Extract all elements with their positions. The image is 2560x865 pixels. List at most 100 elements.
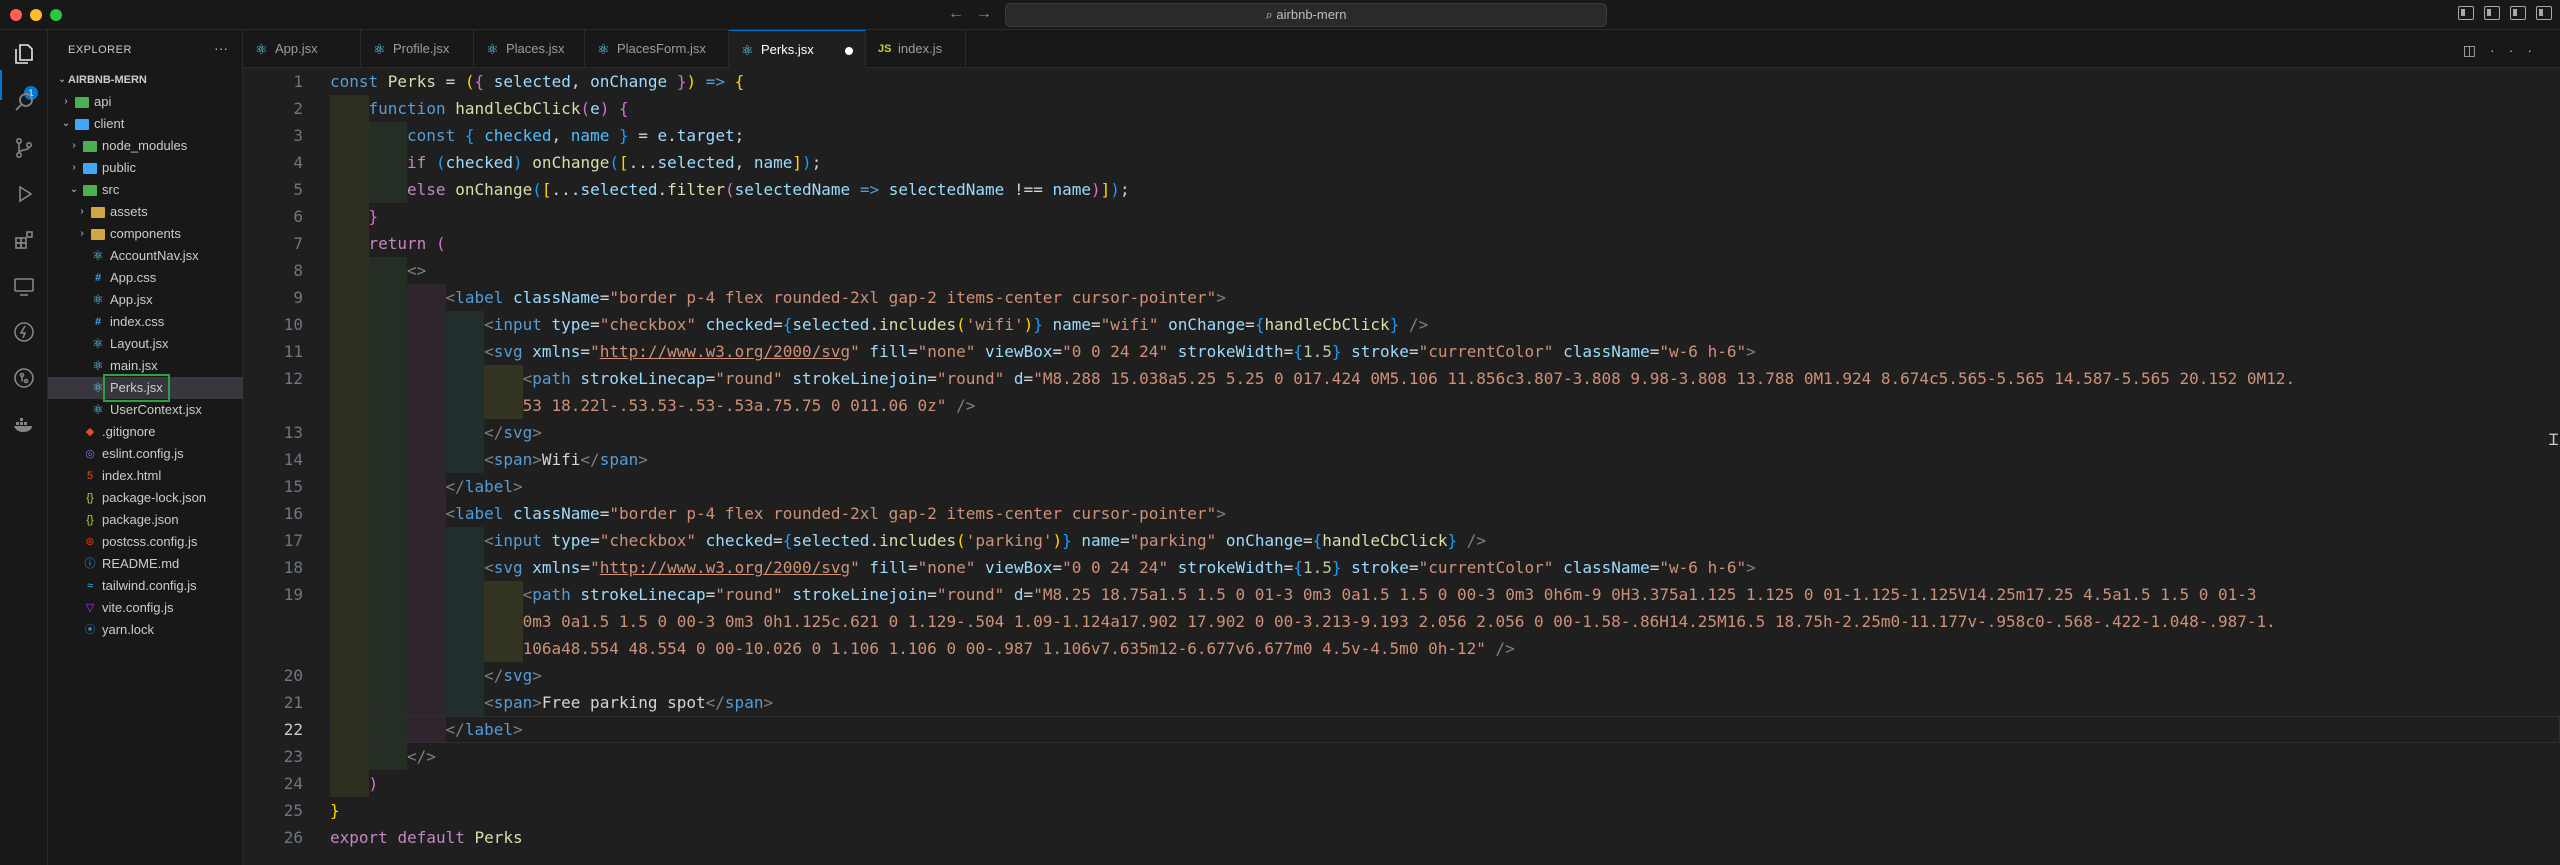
chevron-down-icon: ⌄ [69, 184, 79, 195]
code-line[interactable]: 10 <input type="checkbox" checked={select… [243, 311, 2560, 338]
file-tree-item[interactable]: 5 index.html [48, 465, 243, 487]
customize-layout-icon[interactable] [2536, 6, 2552, 20]
code-line[interactable]: 2 function handleCbClick(e) { [243, 95, 2560, 122]
file-tree-item[interactable]: ⚛ Layout.jsx [48, 333, 243, 355]
file-tree-item[interactable]: › api [48, 91, 243, 113]
file-tree-item[interactable]: ⚛ UserContext.jsx [48, 399, 243, 421]
file-tree-item[interactable]: {} package-lock.json [48, 487, 243, 509]
code-line[interactable]: 9 <label className="border p-4 flex round… [243, 284, 2560, 311]
toggle-sidebar-icon[interactable] [2458, 6, 2474, 20]
code-line[interactable]: 23 </> [243, 743, 2560, 770]
code-line[interactable]: 13 </svg> [243, 419, 2560, 446]
file-tree-item[interactable]: ⊛ postcss.config.js [48, 531, 243, 553]
code-line[interactable]: 8 <> [243, 257, 2560, 284]
command-center-search[interactable]: ⌕ airbnb-mern [1005, 3, 1607, 27]
file-tree-item[interactable]: ⓘ README.md [48, 553, 243, 575]
file-tree-item[interactable]: › public [48, 157, 243, 179]
file-tree-item[interactable]: ⚛ Perks.jsx [48, 374, 243, 402]
remote-explorer-icon[interactable] [12, 274, 36, 298]
workspace-root[interactable]: ⌄ AIRBNB-MERN [48, 69, 243, 91]
file-tree-item[interactable]: › components [48, 223, 243, 245]
tab-places-jsx[interactable]: ⚛ Places.jsx [474, 30, 585, 68]
close-window-button[interactable] [10, 9, 22, 21]
toggle-panel-icon[interactable] [2484, 6, 2500, 20]
code-line[interactable]: 18 <svg xmlns="http://www.w3.org/2000/svg… [243, 554, 2560, 581]
folder-icon [83, 163, 97, 174]
code-editor[interactable]: Ɪ 1 const Perks = ({ selected, onChange }… [243, 68, 2560, 865]
source-control-icon[interactable] [12, 136, 36, 160]
file-tree-item[interactable]: ⌄ client [48, 113, 243, 135]
indent-guide [407, 635, 446, 662]
file-tree-item[interactable]: › assets [48, 201, 243, 223]
more-actions-icon[interactable]: ··· [2490, 42, 2546, 58]
code-line[interactable]: 24) [243, 770, 2560, 797]
file-tree-item[interactable]: # index.css [48, 311, 243, 333]
extensions-icon[interactable] [12, 228, 36, 252]
code-line[interactable]: 106a48.554 48.554 0 00-10.026 0 1.106 1.… [243, 635, 2560, 662]
file-tree-item[interactable]: ◎ eslint.config.js [48, 443, 243, 465]
code-line[interactable]: 19 <path strokeLinecap="round" strokeLine… [243, 581, 2560, 608]
indent-guide [445, 608, 485, 635]
run-debug-icon[interactable] [12, 182, 36, 206]
file-tree-item[interactable]: ⦿ yarn.lock [48, 619, 243, 641]
file-tree-item[interactable]: {} package.json [48, 509, 243, 531]
code-text: </> [407, 747, 436, 766]
code-line[interactable]: 7 return ( [243, 230, 2560, 257]
line-number: 1 [293, 72, 303, 91]
toggle-secondary-sidebar-icon[interactable] [2510, 6, 2526, 20]
code-line[interactable]: 20 </svg> [243, 662, 2560, 689]
maximize-window-button[interactable] [50, 9, 62, 21]
code-line[interactable]: 22 </label> [243, 716, 2560, 743]
code-line[interactable]: 5 else onChange([...selected.filter(selec… [243, 176, 2560, 203]
docker-icon[interactable] [12, 412, 36, 436]
code-line[interactable]: 21 <span>Free parking spot</span> [243, 689, 2560, 716]
file-tree-item[interactable]: › node_modules [48, 135, 243, 157]
indent-guide [330, 176, 369, 203]
code-line[interactable]: 0m3 0a1.5 1.5 0 00-3 0m3 0h1.125c.621 0 … [243, 608, 2560, 635]
code-line[interactable]: 25} [243, 797, 2560, 824]
indent-guide [330, 257, 369, 284]
tab-placesform-jsx[interactable]: ⚛ PlacesForm.jsx [585, 30, 729, 68]
indent-guide [368, 176, 408, 203]
tab-app-jsx[interactable]: ⚛ App.jsx [243, 30, 361, 68]
file-tree-item[interactable]: ⚛ main.jsx [48, 355, 243, 377]
code-line[interactable]: 6} [243, 203, 2560, 230]
indent-guide [445, 581, 485, 608]
split-editor-icon[interactable]: ◫ [2463, 42, 2490, 58]
unsaved-dot-icon[interactable] [845, 47, 853, 55]
file-tree-item[interactable]: ⌄ src [48, 179, 243, 201]
code-line[interactable]: 15 </label> [243, 473, 2560, 500]
git-graph-icon[interactable] [12, 366, 36, 390]
code-line[interactable]: 26 export default Perks [243, 824, 2560, 851]
files-icon[interactable] [12, 42, 36, 66]
code-line[interactable]: 16 <label className="border p-4 flex roun… [243, 500, 2560, 527]
file-tree-item[interactable]: ⚛ App.jsx [48, 289, 243, 311]
tab-profile-jsx[interactable]: ⚛ Profile.jsx [361, 30, 474, 68]
code-line[interactable]: 14 <span>Wifi</span> [243, 446, 2560, 473]
tab-index-js[interactable]: JS index.js [866, 30, 966, 68]
code-line[interactable]: 3 const { checked, name } = e.target; [243, 122, 2560, 149]
file-tree-item[interactable]: ◆ .gitignore [48, 421, 243, 443]
line-number: 11 [283, 342, 303, 361]
arrow-right-icon[interactable]: → [976, 5, 992, 23]
code-line[interactable]: 53 18.22l-.53.53-.53-.53a.75.75 0 011.06… [243, 392, 2560, 419]
code-line[interactable]: 1 const Perks = ({ selected, onChange }) … [243, 68, 2560, 95]
more-actions-icon[interactable]: ··· [214, 40, 228, 56]
arrow-left-icon[interactable]: ← [948, 5, 964, 23]
line-number: 25 [283, 801, 303, 820]
code-line[interactable]: 4 if (checked) onChange([...selected, nam… [243, 149, 2560, 176]
search-icon[interactable] [12, 90, 36, 114]
file-tree-item[interactable]: ≈ tailwind.config.js [48, 575, 243, 597]
tab-perks-jsx[interactable]: ⚛ Perks.jsx [729, 30, 866, 69]
file-tree-item[interactable]: # App.css [48, 267, 243, 289]
lightning-icon[interactable] [12, 320, 36, 344]
file-tree-item[interactable]: ⚛ AccountNav.jsx [48, 245, 243, 267]
line-number: 13 [283, 423, 303, 442]
indent-guide [330, 230, 369, 257]
code-line[interactable]: 12 <path strokeLinecap="round" strokeLine… [243, 365, 2560, 392]
code-line[interactable]: 11 <svg xmlns="http://www.w3.org/2000/svg… [243, 338, 2560, 365]
minimize-window-button[interactable] [30, 9, 42, 21]
file-tree-item[interactable]: ▽ vite.config.js [48, 597, 243, 619]
indent-guide [330, 284, 369, 311]
code-line[interactable]: 17 <input type="checkbox" checked={select… [243, 527, 2560, 554]
